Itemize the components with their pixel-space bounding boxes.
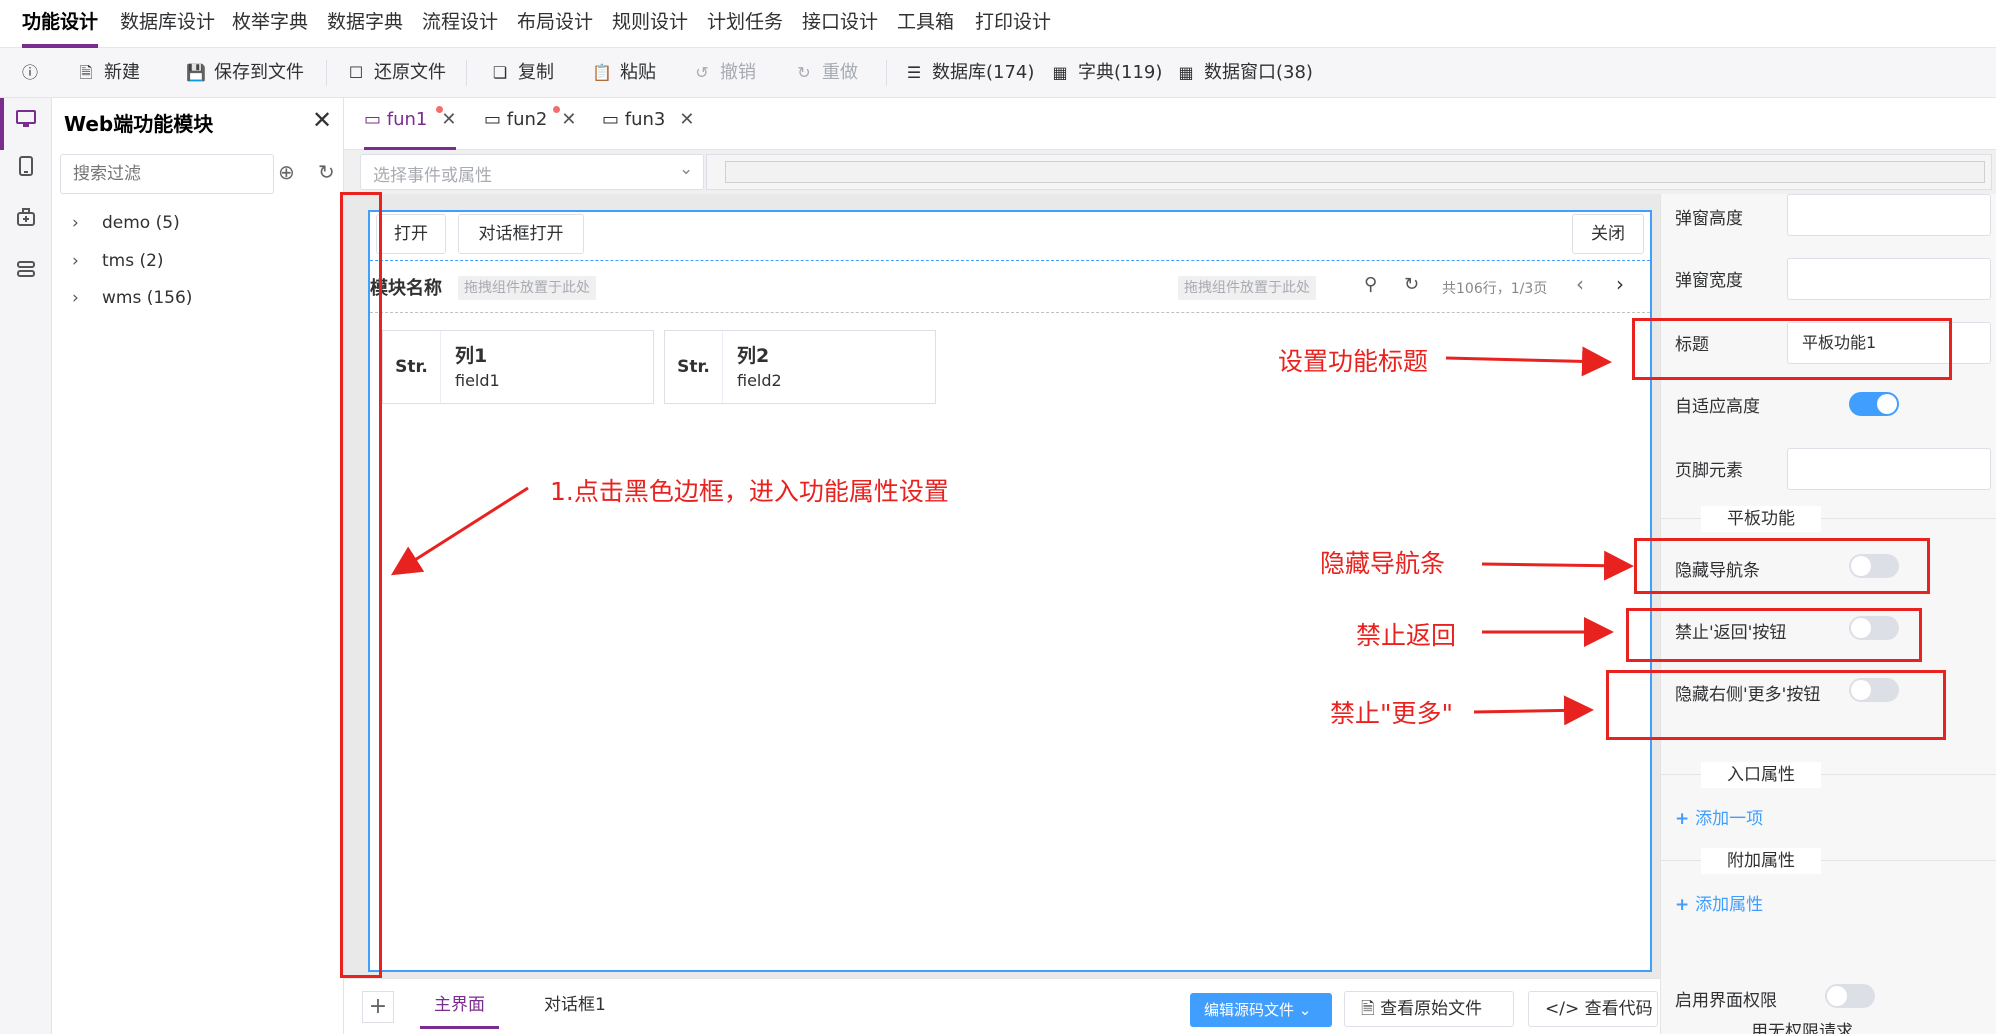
annotation-arrows xyxy=(390,346,1634,726)
arrow-hide-nav xyxy=(1481,550,1634,581)
arrow-step1 xyxy=(390,486,529,576)
arrow-set-title xyxy=(1445,346,1612,377)
arrow-disable-more xyxy=(1473,695,1594,726)
